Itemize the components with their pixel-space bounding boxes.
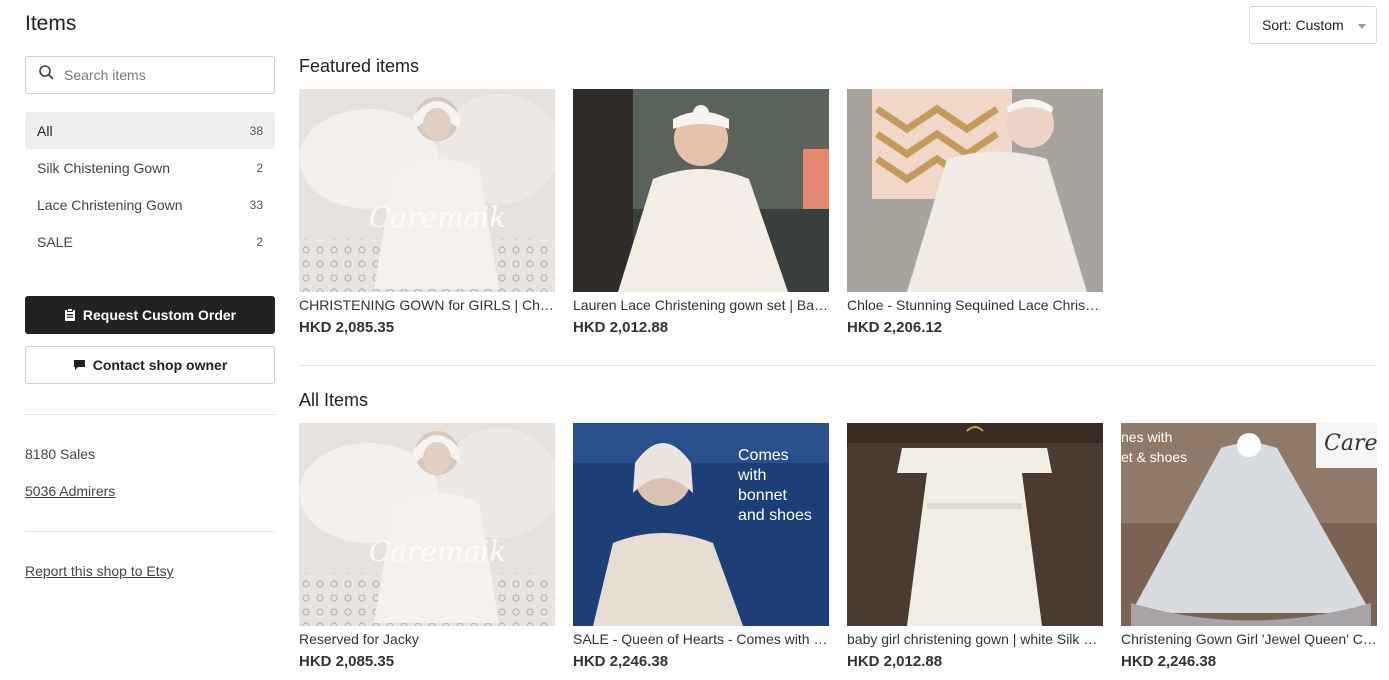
section-count: 2	[256, 234, 263, 249]
listing-card[interactable]: Chloe - Stunning Sequined Lace Christeni…	[847, 89, 1103, 336]
request-custom-order-button[interactable]: Request Custom Order	[25, 296, 275, 334]
listing-card[interactable]: nes with et & shoes Carem Christening Go…	[1121, 423, 1377, 670]
listing-price: HKD 2,246.38	[1121, 653, 1217, 670]
sidebar-divider	[25, 414, 275, 415]
listing-image: Caremaik	[299, 423, 555, 626]
search-input[interactable]	[64, 67, 264, 83]
search-box[interactable]	[25, 56, 275, 94]
section-item-silk-gown[interactable]: Silk Chistening Gown 2	[25, 149, 275, 186]
listing-card[interactable]: Lauren Lace Christening gown set | Bapti…	[573, 89, 829, 336]
section-divider	[299, 365, 1377, 366]
section-label: Silk Chistening Gown	[37, 159, 171, 176]
section-count: 2	[256, 160, 263, 175]
listing-image	[847, 89, 1103, 292]
contact-label: Contact shop owner	[92, 357, 228, 373]
sales-count: 8180 Sales	[25, 446, 96, 462]
sort-dropdown[interactable]: Sort: Custom	[1249, 6, 1377, 44]
listing-title: Reserved for Jacky	[299, 631, 419, 647]
listing-price: HKD 2,085.35	[299, 653, 395, 670]
watermark: Caremaik	[369, 535, 507, 568]
listing-title: Lauren Lace Christening gown set | Bapti…	[573, 297, 829, 313]
listing-price: HKD 2,246.38	[573, 653, 669, 670]
section-item-lace-gown[interactable]: Lace Christening Gown 33	[25, 186, 275, 223]
sort-label: Sort: Custom	[1262, 17, 1344, 33]
listing-image	[573, 89, 829, 292]
image-overlay-text: Comes with bonnet and shoes	[738, 447, 812, 524]
brand-logo: Carem	[1324, 431, 1377, 456]
message-icon	[73, 359, 86, 372]
section-item-sale[interactable]: SALE 2	[25, 223, 275, 260]
listing-card[interactable]: Caremaik Reserved for Jacky HKD 2,085.35	[299, 423, 555, 670]
listing-image: Caremaik	[299, 89, 555, 292]
search-icon	[38, 64, 55, 86]
sidebar-divider	[25, 531, 275, 532]
listing-price: HKD 2,085.35	[299, 319, 395, 336]
caret-down-icon	[1358, 24, 1366, 29]
listing-price: HKD 2,206.12	[847, 319, 943, 336]
section-label: Lace Christening Gown	[37, 196, 183, 213]
image-overlay-text: nes with et & shoes	[1121, 429, 1188, 465]
all-items-heading: All Items	[299, 390, 369, 410]
listing-price: HKD 2,012.88	[847, 653, 943, 670]
clipboard-icon	[64, 308, 76, 322]
admirers-link[interactable]: 5036 Admirers	[25, 483, 115, 499]
listing-card[interactable]: Comes with bonnet and shoes SALE - Queen…	[573, 423, 829, 670]
listing-card[interactable]: Caremaik CHRISTENING GOWN for GIRLS | Ch…	[299, 89, 555, 336]
section-count: 38	[249, 123, 263, 138]
section-list: All 38 Silk Chistening Gown 2 Lace Chris…	[25, 112, 275, 260]
listing-title: CHRISTENING GOWN for GIRLS | Christening…	[299, 297, 555, 313]
report-shop-link[interactable]: Report this shop to Etsy	[25, 563, 174, 579]
listing-image	[847, 423, 1103, 626]
listing-title: Christening Gown Girl 'Jewel Queen' Chri…	[1121, 631, 1377, 647]
section-label: SALE	[37, 233, 73, 250]
listing-image: Comes with bonnet and shoes	[573, 423, 829, 626]
listing-title: Chloe - Stunning Sequined Lace Christeni…	[847, 297, 1103, 313]
custom-order-label: Request Custom Order	[82, 307, 237, 323]
listing-image: nes with et & shoes Carem	[1121, 423, 1377, 626]
section-item-all[interactable]: All 38	[25, 112, 275, 149]
page-title: Items	[25, 12, 77, 35]
listing-price: HKD 2,012.88	[573, 319, 669, 336]
listing-title: SALE - Queen of Hearts - Comes with bonn…	[573, 631, 829, 647]
section-count: 33	[249, 197, 263, 212]
contact-shop-owner-button[interactable]: Contact shop owner	[25, 346, 275, 384]
watermark: Caremaik	[369, 201, 507, 234]
listing-title: baby girl christening gown | white Silk …	[847, 631, 1103, 647]
featured-heading: Featured items	[299, 56, 420, 76]
section-label: All	[37, 122, 53, 139]
listing-card[interactable]: baby girl christening gown | white Silk …	[847, 423, 1103, 670]
